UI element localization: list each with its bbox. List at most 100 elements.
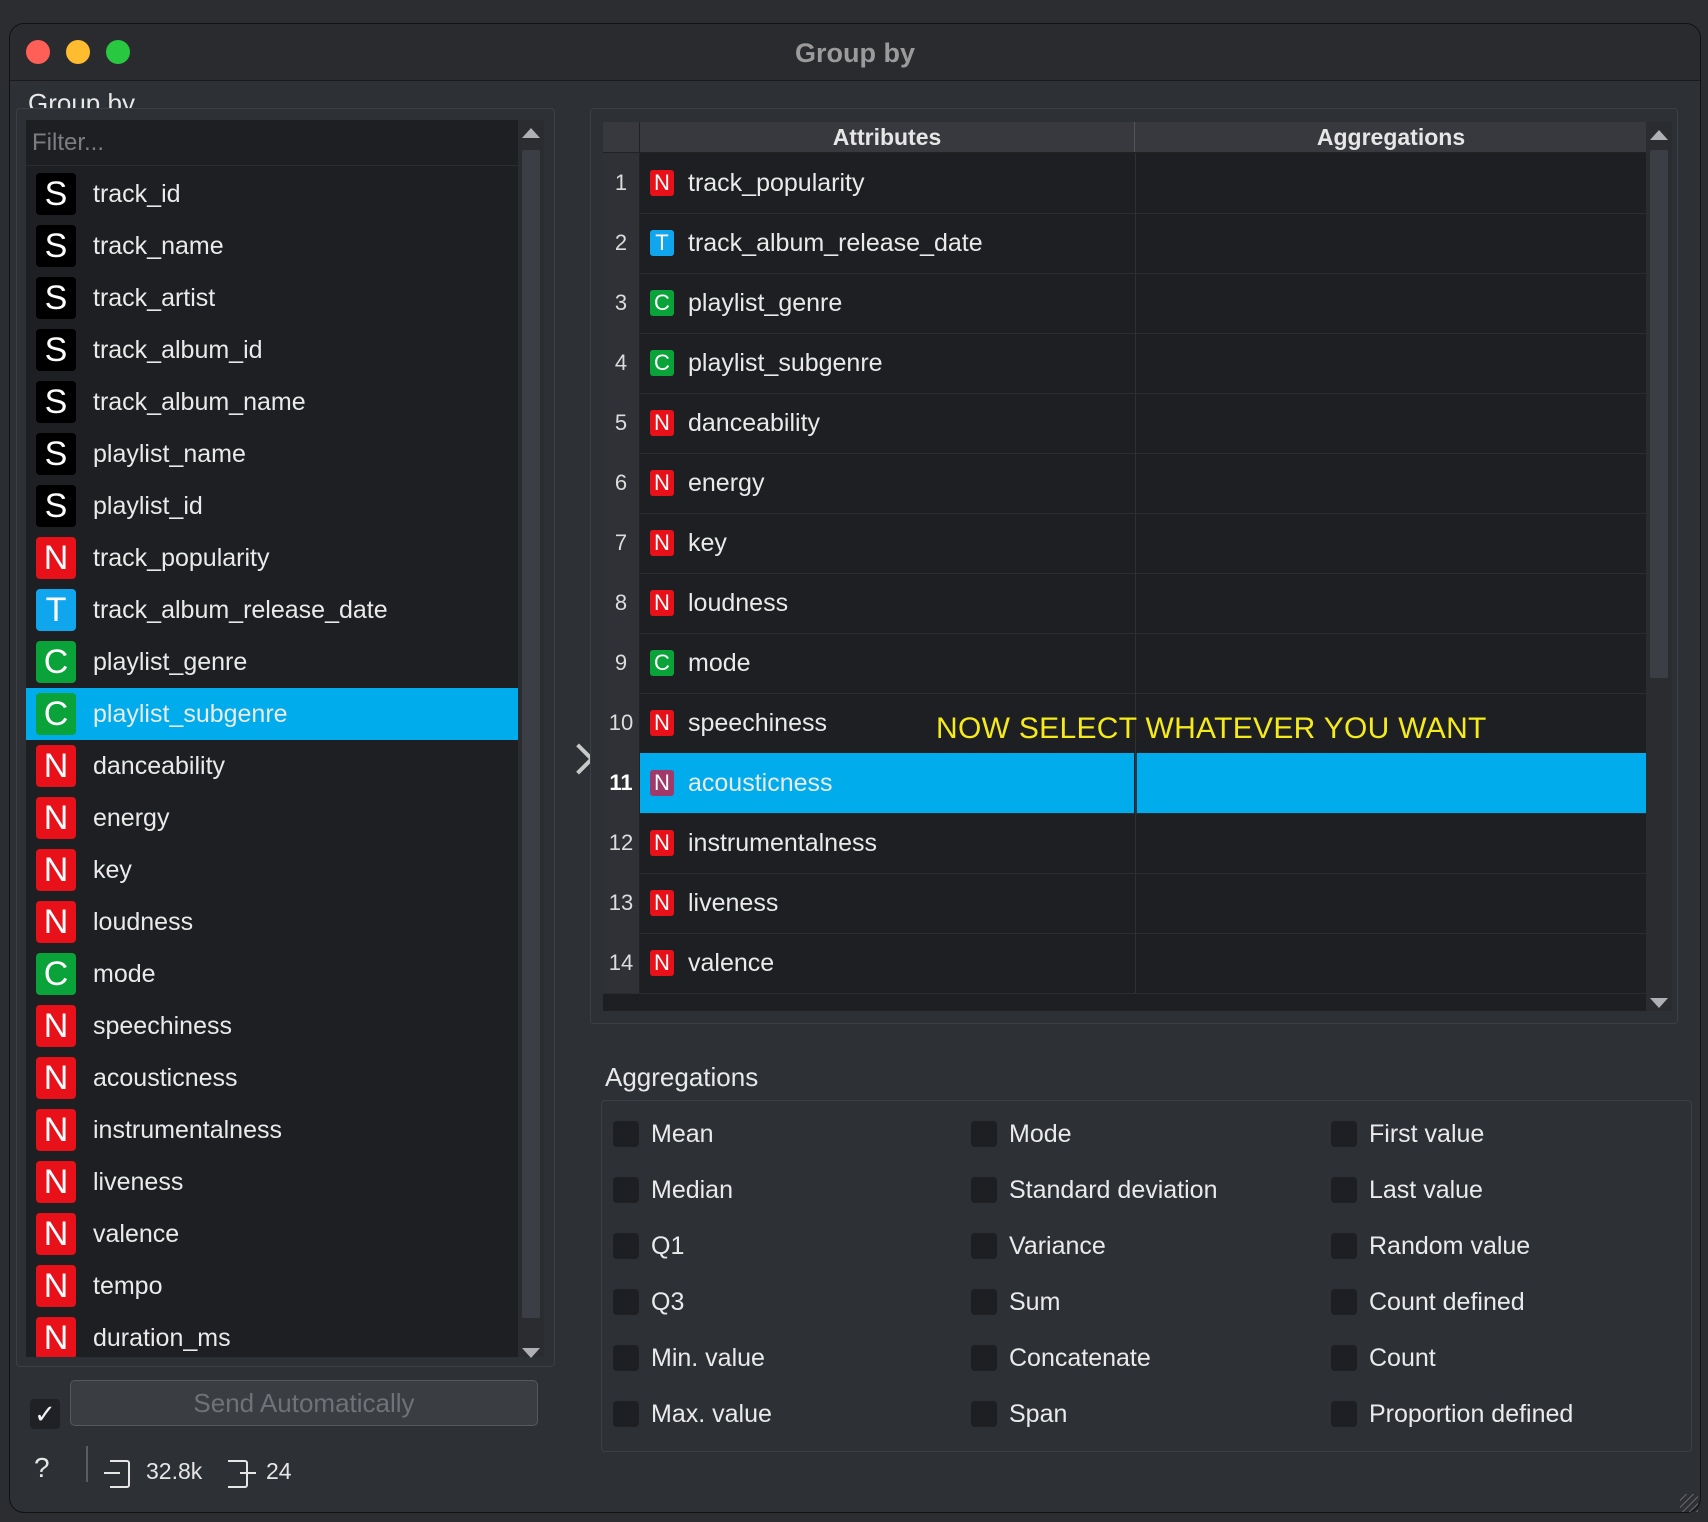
aggregation-option[interactable]: Concatenate	[971, 1338, 1151, 1378]
attribute-cell[interactable]: Nkey	[640, 513, 1134, 573]
aggregation-cell[interactable]	[1135, 753, 1646, 813]
table-row[interactable]: 14 Nvalence	[603, 933, 1646, 994]
aggregation-option[interactable]: Min. value	[613, 1338, 765, 1378]
aggregation-checkbox[interactable]	[971, 1345, 997, 1371]
aggregation-option[interactable]: Mean	[613, 1114, 714, 1154]
aggregation-checkbox[interactable]	[971, 1289, 997, 1315]
aggregation-checkbox[interactable]	[971, 1121, 997, 1147]
variable-list-item[interactable]: Nduration_ms	[26, 1312, 518, 1357]
aggregation-option[interactable]: Q3	[613, 1282, 684, 1322]
variable-list-item[interactable]: Ntempo	[26, 1260, 518, 1312]
table-row[interactable]: 4 Cplaylist_subgenre	[603, 333, 1646, 394]
table-row[interactable]: 7 Nkey	[603, 513, 1646, 574]
resize-grip-icon[interactable]	[1680, 1494, 1698, 1512]
variable-list-item[interactable]: Strack_id	[26, 168, 518, 220]
aggregation-checkbox[interactable]	[613, 1401, 639, 1427]
aggregation-cell[interactable]	[1135, 573, 1646, 633]
variable-list-item[interactable]: Ndanceability	[26, 740, 518, 792]
variable-list-item[interactable]: Cplaylist_subgenre	[26, 688, 518, 740]
aggregation-option[interactable]: Random value	[1331, 1226, 1530, 1266]
aggregation-checkbox[interactable]	[1331, 1345, 1357, 1371]
attribute-cell[interactable]: Cmode	[640, 633, 1134, 693]
aggregation-cell[interactable]	[1135, 633, 1646, 693]
filter-input[interactable]	[26, 120, 518, 166]
aggregation-option[interactable]: Last value	[1331, 1170, 1483, 1210]
attribute-cell[interactable]: Cplaylist_subgenre	[640, 333, 1134, 393]
aggregation-checkbox[interactable]	[613, 1121, 639, 1147]
scroll-down-arrow-icon[interactable]	[522, 1348, 540, 1358]
variable-list-item[interactable]: Nvalence	[26, 1208, 518, 1260]
aggregation-cell[interactable]	[1135, 813, 1646, 873]
variable-list-item[interactable]: Strack_artist	[26, 272, 518, 324]
variable-list-item[interactable]: Nspeechiness	[26, 1000, 518, 1052]
aggregation-checkbox[interactable]	[1331, 1121, 1357, 1147]
aggregation-checkbox[interactable]	[1331, 1233, 1357, 1259]
table-scroll-thumb[interactable]	[1650, 150, 1668, 678]
table-row[interactable]: 6 Nenergy	[603, 453, 1646, 514]
variable-list-item[interactable]: Ninstrumentalness	[26, 1104, 518, 1156]
aggregation-checkbox[interactable]	[971, 1401, 997, 1427]
aggregation-cell[interactable]	[1135, 393, 1646, 453]
aggregation-checkbox[interactable]	[613, 1345, 639, 1371]
variable-list[interactable]: Strack_idStrack_nameStrack_artistStrack_…	[26, 120, 518, 1357]
variable-list-item[interactable]: Nenergy	[26, 792, 518, 844]
attributes-table[interactable]: Attributes Aggregations 1 Ntrack_populari…	[603, 122, 1646, 1011]
table-row[interactable]: 5 Ndanceability	[603, 393, 1646, 454]
attribute-cell[interactable]: Ninstrumentalness	[640, 813, 1134, 873]
variable-list-item[interactable]: Strack_name	[26, 220, 518, 272]
aggregation-checkbox[interactable]	[971, 1233, 997, 1259]
aggregation-option[interactable]: Variance	[971, 1226, 1106, 1266]
aggregation-option[interactable]: Sum	[971, 1282, 1060, 1322]
variable-list-item[interactable]: Nkey	[26, 844, 518, 896]
aggregation-cell[interactable]	[1135, 333, 1646, 393]
aggregation-option[interactable]: Max. value	[613, 1394, 772, 1434]
variable-list-item[interactable]: Strack_album_name	[26, 376, 518, 428]
aggregation-option[interactable]: Standard deviation	[971, 1170, 1217, 1210]
variable-list-item[interactable]: Splaylist_id	[26, 480, 518, 532]
aggregation-option[interactable]: Count	[1331, 1338, 1436, 1378]
aggregation-option[interactable]: Span	[971, 1394, 1067, 1434]
send-automatically-checkbox[interactable]: ✓	[30, 1399, 60, 1429]
variable-list-item[interactable]: Cplaylist_genre	[26, 636, 518, 688]
aggregation-option[interactable]: Mode	[971, 1114, 1072, 1154]
table-row[interactable]: 11 Nacousticness	[603, 753, 1646, 814]
attribute-cell[interactable]: Ntrack_popularity	[640, 153, 1134, 213]
variable-list-item[interactable]: Ttrack_album_release_date	[26, 584, 518, 636]
variable-list-item[interactable]: Strack_album_id	[26, 324, 518, 376]
variable-list-item[interactable]: Splaylist_name	[26, 428, 518, 480]
table-row[interactable]: 8 Nloudness	[603, 573, 1646, 634]
variable-list-scroll-thumb[interactable]	[522, 150, 540, 1318]
aggregation-cell[interactable]	[1135, 453, 1646, 513]
attribute-cell[interactable]: Nloudness	[640, 573, 1134, 633]
aggregation-option[interactable]: Q1	[613, 1226, 684, 1266]
attribute-cell[interactable]: Nliveness	[640, 873, 1134, 933]
table-row[interactable]: 13 Nliveness	[603, 873, 1646, 934]
send-automatically-button[interactable]: Send Automatically	[70, 1380, 538, 1426]
attribute-cell[interactable]: Ndanceability	[640, 393, 1134, 453]
table-row[interactable]: 9 Cmode	[603, 633, 1646, 694]
aggregation-cell[interactable]	[1135, 213, 1646, 273]
aggregation-cell[interactable]	[1135, 273, 1646, 333]
aggregation-option[interactable]: First value	[1331, 1114, 1484, 1154]
table-row[interactable]: 1 Ntrack_popularity	[603, 153, 1646, 214]
help-icon[interactable]: ?	[34, 1452, 50, 1484]
table-row[interactable]: 3 Cplaylist_genre	[603, 273, 1646, 334]
aggregation-option[interactable]: Proportion defined	[1331, 1394, 1573, 1434]
table-row[interactable]: 2 Ttrack_album_release_date	[603, 213, 1646, 274]
variable-list-item[interactable]: Nliveness	[26, 1156, 518, 1208]
aggregation-cell[interactable]	[1135, 513, 1646, 573]
attribute-cell[interactable]: Nacousticness	[640, 753, 1134, 813]
variable-list-item[interactable]: Cmode	[26, 948, 518, 1000]
aggregation-checkbox[interactable]	[1331, 1289, 1357, 1315]
aggregation-checkbox[interactable]	[1331, 1401, 1357, 1427]
aggregation-option[interactable]: Median	[613, 1170, 733, 1210]
aggregation-option[interactable]: Count defined	[1331, 1282, 1525, 1322]
aggregation-checkbox[interactable]	[613, 1177, 639, 1203]
attribute-cell[interactable]: Nenergy	[640, 453, 1134, 513]
table-scroll-down-arrow-icon[interactable]	[1650, 998, 1668, 1008]
aggregation-checkbox[interactable]	[613, 1289, 639, 1315]
table-row[interactable]: 12 Ninstrumentalness	[603, 813, 1646, 874]
aggregation-cell[interactable]	[1135, 933, 1646, 993]
scroll-up-arrow-icon[interactable]	[522, 128, 540, 138]
variable-list-item[interactable]: Nacousticness	[26, 1052, 518, 1104]
